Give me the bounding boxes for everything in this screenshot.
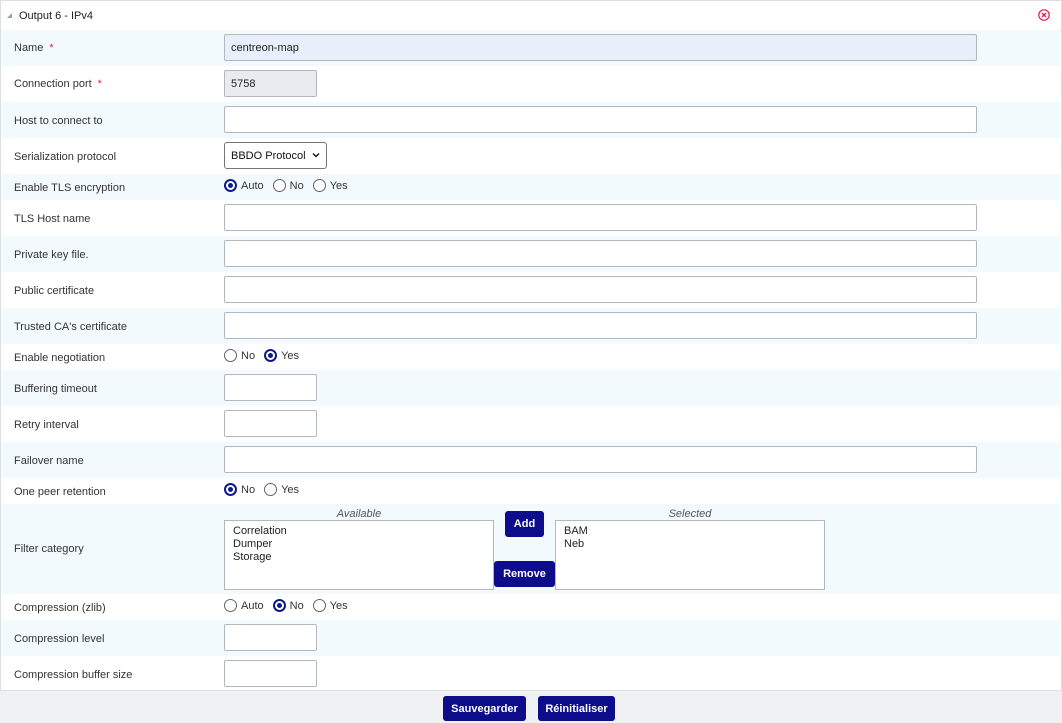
trusted-ca-label: Trusted CA's certificate xyxy=(14,321,127,333)
compression-radio-no[interactable]: No xyxy=(272,599,304,612)
available-listbox[interactable]: Correlation Dumper Storage xyxy=(224,520,494,590)
reset-button[interactable]: Réinitialiser xyxy=(538,696,615,721)
row-private-key: Private key file. xyxy=(2,236,1060,272)
compression-level-label: Compression level xyxy=(14,633,105,645)
row-compression: Compression (zlib) Auto No Yes xyxy=(2,594,1060,620)
buffering-timeout-input[interactable] xyxy=(224,374,317,401)
required-mark: * xyxy=(49,42,54,54)
row-connection-port: Connection port * 5758 xyxy=(2,66,1060,102)
retry-interval-input[interactable] xyxy=(224,410,317,437)
serialization-label: Serialization protocol xyxy=(14,151,117,163)
negotiation-radio-group: No Yes xyxy=(224,349,308,362)
peer-retention-radio-yes[interactable]: Yes xyxy=(264,483,299,496)
compression-level-input[interactable] xyxy=(224,624,317,651)
compression-buffer-label: Compression buffer size xyxy=(14,669,133,681)
connection-port-label: Connection port xyxy=(14,78,92,90)
required-mark: * xyxy=(97,78,102,90)
trusted-ca-input[interactable] xyxy=(224,312,977,339)
host-input[interactable] xyxy=(224,106,977,133)
row-public-cert: Public certificate xyxy=(2,272,1060,308)
tls-radio-auto[interactable]: Auto xyxy=(224,179,264,192)
selected-header: Selected xyxy=(668,508,712,520)
connection-port-input[interactable]: 5758 xyxy=(224,70,317,97)
row-compression-level: Compression level xyxy=(2,620,1060,656)
close-circle-icon[interactable] xyxy=(1038,9,1050,21)
row-host: Host to connect to xyxy=(2,102,1060,138)
row-buffering-timeout: Buffering timeout xyxy=(2,370,1060,406)
row-tls: Enable TLS encryption Auto No Yes xyxy=(2,174,1060,200)
action-bar: Sauvegarder Réinitialiser xyxy=(0,691,1062,723)
buffering-timeout-label: Buffering timeout xyxy=(14,383,97,395)
row-tls-host: TLS Host name xyxy=(2,200,1060,236)
compression-radio-auto[interactable]: Auto xyxy=(224,599,264,612)
row-failover: Failover name xyxy=(2,442,1060,478)
host-label: Host to connect to xyxy=(14,115,103,127)
public-cert-label: Public certificate xyxy=(14,285,95,297)
chevron-down-icon xyxy=(312,153,320,158)
negotiation-label: Enable negotiation xyxy=(14,352,106,364)
tls-label: Enable TLS encryption xyxy=(14,182,126,194)
save-button[interactable]: Sauvegarder xyxy=(443,696,526,721)
negotiation-radio-yes[interactable]: Yes xyxy=(264,349,299,362)
row-peer-retention: One peer retention No Yes xyxy=(2,478,1060,504)
selected-listbox[interactable]: BAM Neb xyxy=(555,520,825,590)
failover-input[interactable] xyxy=(224,446,977,473)
add-button[interactable]: Add xyxy=(505,511,544,537)
tls-host-label: TLS Host name xyxy=(14,213,91,225)
list-item[interactable]: Storage xyxy=(233,551,493,564)
failover-label: Failover name xyxy=(14,455,84,467)
list-item[interactable]: Dumper xyxy=(233,538,493,551)
peer-retention-label: One peer retention xyxy=(14,486,106,498)
private-key-label: Private key file. xyxy=(14,249,89,261)
row-trusted-ca: Trusted CA's certificate xyxy=(2,308,1060,344)
negotiation-radio-no[interactable]: No xyxy=(224,349,255,362)
row-compression-buffer: Compression buffer size xyxy=(2,656,1060,691)
collapse-triangle-icon[interactable] xyxy=(7,13,12,18)
list-item[interactable]: Correlation xyxy=(233,525,493,538)
compression-label: Compression (zlib) xyxy=(14,602,106,614)
row-negotiation: Enable negotiation No Yes xyxy=(2,344,1060,370)
panel-title: Output 6 - IPv4 xyxy=(19,10,93,22)
row-filter-category: Filter category Available Correlation Du… xyxy=(2,504,1060,594)
tls-radio-yes[interactable]: Yes xyxy=(312,179,348,192)
row-retry-interval: Retry interval xyxy=(2,406,1060,442)
peer-retention-radio-no[interactable]: No xyxy=(224,483,255,496)
tls-radio-group: Auto No Yes xyxy=(224,179,357,192)
compression-radio-group: Auto No Yes xyxy=(224,599,357,612)
filter-category-label: Filter category xyxy=(14,543,84,555)
peer-retention-radio-group: No Yes xyxy=(224,483,308,496)
retry-interval-label: Retry interval xyxy=(14,419,79,431)
remove-button[interactable]: Remove xyxy=(494,561,555,587)
available-header: Available xyxy=(336,508,382,520)
compression-radio-yes[interactable]: Yes xyxy=(312,599,348,612)
serialization-selected: BBDO Protocol xyxy=(231,149,306,162)
tls-radio-no[interactable]: No xyxy=(272,179,304,192)
private-key-input[interactable] xyxy=(224,240,977,267)
serialization-select[interactable]: BBDO Protocol xyxy=(224,142,327,169)
row-serialization: Serialization protocol BBDO Protocol xyxy=(2,138,1060,174)
name-input[interactable]: centreon-map xyxy=(224,34,977,61)
list-item[interactable]: Neb xyxy=(564,538,824,551)
tls-host-input[interactable] xyxy=(224,204,977,231)
panel-header: Output 6 - IPv4 xyxy=(1,1,1061,31)
row-name: Name * centreon-map xyxy=(2,30,1060,66)
list-item[interactable]: BAM xyxy=(564,525,824,538)
compression-buffer-input[interactable] xyxy=(224,660,317,687)
output-panel: Output 6 - IPv4 Name * centreon-map Conne… xyxy=(0,0,1062,691)
name-label: Name xyxy=(14,42,44,54)
public-cert-input[interactable] xyxy=(224,276,977,303)
